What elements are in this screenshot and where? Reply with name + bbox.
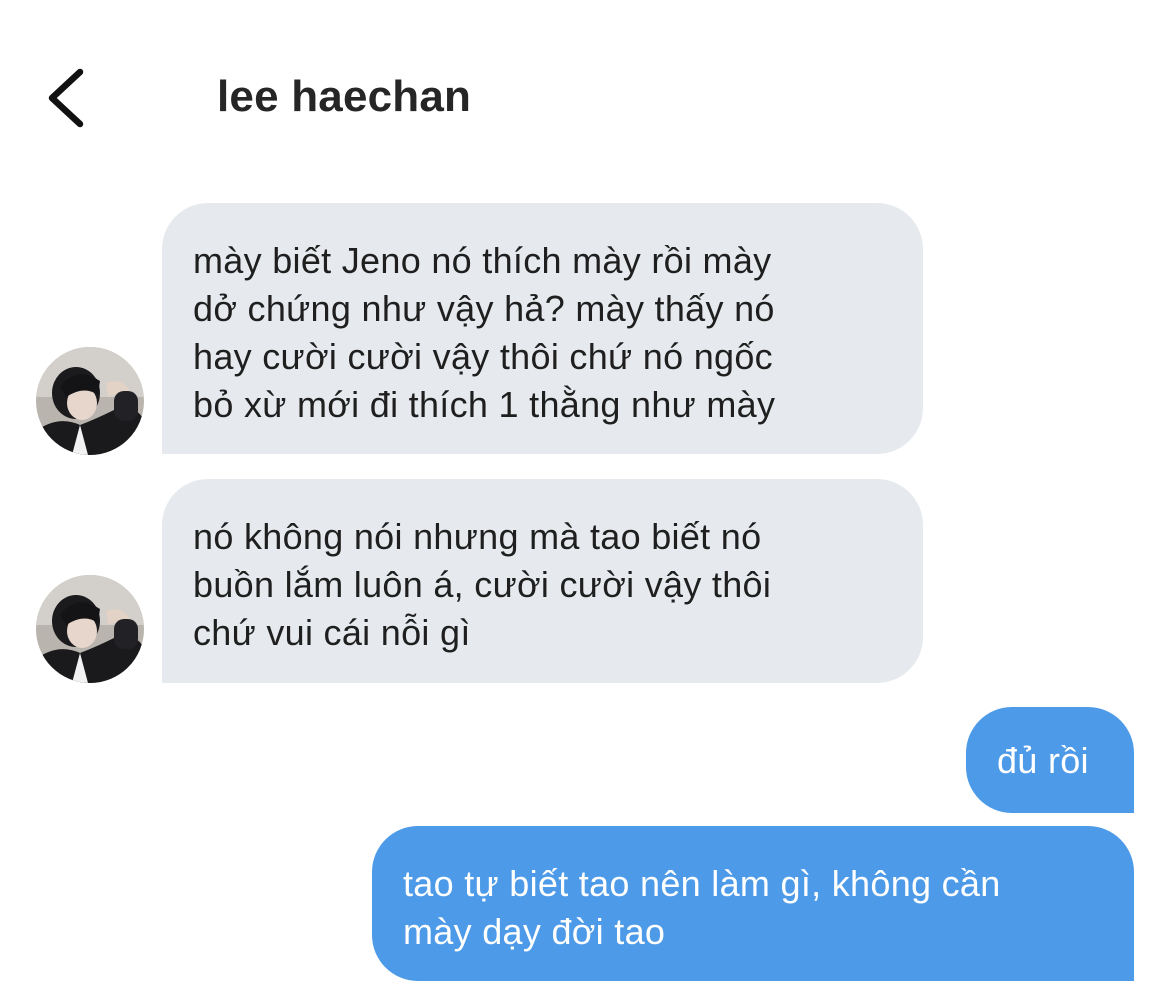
message-bubble-outgoing[interactable]: tao tự biết tao nên làm gì, không cần mà… — [372, 826, 1134, 981]
message-text-line: mày biết Jeno nó thích mày rồi mày — [193, 240, 772, 281]
message-text-line: hay cười cười vậy thôi chứ nó ngốc — [193, 336, 773, 377]
avatar[interactable] — [36, 347, 144, 455]
avatar[interactable] — [36, 575, 144, 683]
message-bubble-outgoing[interactable]: đủ rồi — [966, 707, 1134, 813]
message-text-line: đủ rồi — [997, 740, 1089, 781]
back-button[interactable] — [38, 62, 98, 134]
message-text-line: buồn lắm luôn á, cười cười vậy thôi — [193, 564, 772, 605]
avatar-photo — [36, 575, 144, 683]
message-text-line: mày dạy đời tao — [403, 911, 666, 952]
chat-header: lee haechan — [0, 0, 1169, 190]
message-bubble-incoming[interactable]: mày biết Jeno nó thích mày rồi mày dở ch… — [162, 203, 923, 454]
message-bubble-incoming[interactable]: nó không nói nhưng mà tao biết nó buồn l… — [162, 479, 923, 683]
message-text-line: nó không nói nhưng mà tao biết nó — [193, 516, 762, 557]
message-text-line: bỏ xừ mới đi thích 1 thằng như mày — [193, 384, 776, 425]
avatar-photo — [36, 347, 144, 455]
message-text-line: tao tự biết tao nên làm gì, không cần — [403, 863, 1001, 904]
message-text-line: dở chứng như vậy hả? mày thấy nó — [193, 288, 775, 329]
contact-name[interactable]: lee haechan — [217, 72, 471, 122]
message-text-line: chứ vui cái nỗi gì — [193, 612, 471, 653]
chevron-left-icon — [48, 68, 84, 128]
